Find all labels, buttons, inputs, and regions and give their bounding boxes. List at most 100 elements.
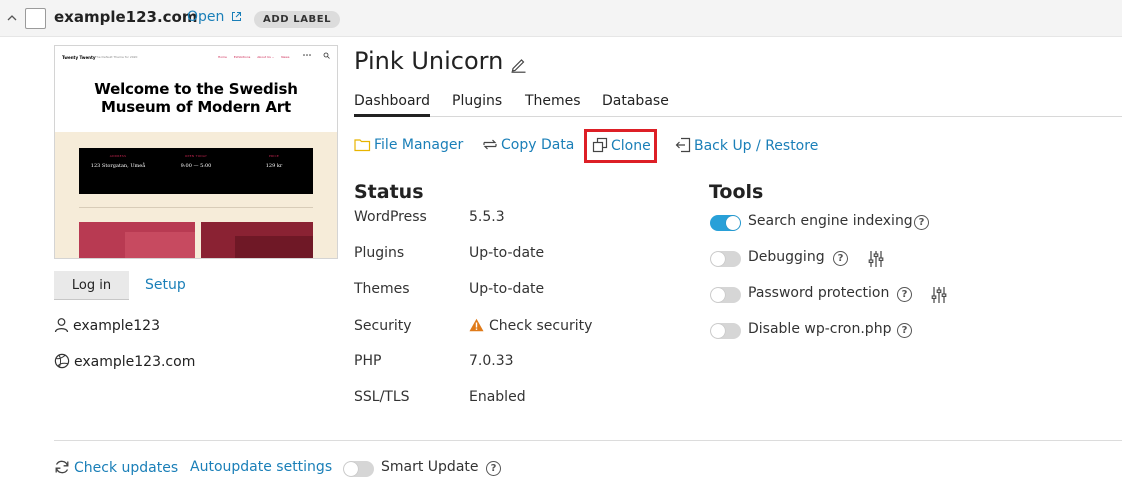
status-label-plugins: Plugins: [354, 245, 405, 261]
preview-heading-line: Museum of Modern Art: [101, 98, 291, 116]
collapse-chevron-icon[interactable]: [6, 12, 18, 24]
smart-update-label: Smart Update: [381, 459, 479, 475]
status-value-plugins: Up-to-date: [469, 245, 545, 261]
search-indexing-toggle[interactable]: [710, 215, 741, 231]
toggle-knob: [711, 288, 725, 302]
status-label-themes: Themes: [354, 281, 410, 297]
tab-plugins[interactable]: Plugins: [452, 93, 502, 109]
username-row: example123: [54, 317, 160, 334]
check-security-link[interactable]: Check security: [469, 318, 592, 334]
preview-heading: Welcome to the Swedish Museum of Modern …: [55, 80, 337, 116]
open-site-link[interactable]: Open: [187, 9, 242, 25]
preview-menu-icon: [303, 52, 311, 58]
toggle-knob: [726, 216, 740, 230]
log-in-button[interactable]: Log in: [54, 271, 129, 300]
help-icon[interactable]: ?: [897, 287, 912, 302]
status-value-wordpress: 5.5.3: [469, 209, 505, 225]
warning-icon: [469, 318, 484, 332]
site-url-value: example123.com: [74, 354, 196, 370]
preview-info-col: PRICE 129 kr: [235, 154, 313, 169]
preview-info-col: ADDRESS 123 Storgatan, Umeå: [79, 154, 157, 169]
preview-divider: [79, 207, 313, 208]
edit-pencil-icon[interactable]: [510, 56, 527, 73]
preview-heading-line: Welcome to the Swedish: [94, 80, 298, 98]
preview-nav-item: Home: [218, 55, 227, 59]
status-value-ssl: Enabled: [469, 389, 526, 405]
tab-themes[interactable]: Themes: [525, 93, 581, 109]
preview-nav-item: Exhibitions: [233, 55, 251, 59]
copy-data-label: Copy Data: [501, 137, 575, 153]
refresh-icon: [55, 460, 69, 474]
site-select-checkbox[interactable]: [25, 8, 46, 29]
preview-image-left-shade: [125, 232, 195, 258]
username-value: example123: [73, 318, 160, 334]
preview-nav: Home Exhibitions About Us ⌄ News: [218, 55, 295, 59]
debugging-label: Debugging: [748, 249, 825, 265]
status-value-php: 7.0.33: [469, 353, 514, 369]
folder-icon: [354, 139, 371, 152]
tab-database[interactable]: Database: [602, 93, 669, 109]
open-link-label: Open: [187, 9, 225, 25]
help-icon[interactable]: ?: [914, 215, 929, 230]
site-preview-thumbnail[interactable]: Twenty Twenty The Default Theme for 2020…: [54, 45, 338, 259]
site-url-row: example123.com: [54, 353, 195, 370]
autoupdate-settings-link[interactable]: Autoupdate settings: [190, 459, 332, 475]
status-title: Status: [354, 181, 424, 203]
globe-icon: [54, 353, 70, 369]
preview-info-value: 123 Storgatan, Umeå: [90, 163, 146, 169]
site-domain[interactable]: example123.com: [54, 8, 198, 26]
footer-divider: [54, 440, 1122, 441]
toggle-knob: [711, 252, 725, 266]
preview-info-key: PRICE: [268, 154, 280, 158]
site-tabs: Dashboard Plugins Themes Database: [354, 93, 1122, 117]
backup-restore-icon: [675, 137, 691, 153]
toggle-knob: [711, 324, 725, 338]
password-protection-label: Password protection: [748, 285, 890, 301]
preview-image-right-shade: [235, 236, 313, 258]
help-icon[interactable]: ?: [486, 461, 501, 476]
user-icon: [54, 318, 69, 333]
site-name-title: Pink Unicorn: [354, 47, 504, 75]
smart-update-toggle[interactable]: [343, 461, 374, 477]
clone-icon: [592, 137, 608, 153]
clone-label: Clone: [611, 138, 651, 154]
tools-title: Tools: [709, 181, 764, 203]
preview-info-key: ADDRESS: [109, 154, 127, 158]
password-protection-toggle[interactable]: [710, 287, 741, 303]
file-manager-link[interactable]: File Manager: [354, 137, 463, 153]
preview-tagline: The Default Theme for 2020: [95, 55, 138, 59]
tab-dashboard[interactable]: Dashboard: [354, 93, 430, 117]
settings-sliders-icon[interactable]: [868, 250, 884, 268]
external-link-icon: [231, 12, 241, 21]
clone-link[interactable]: Clone: [592, 137, 651, 154]
add-label-button[interactable]: ADD LABEL: [254, 11, 341, 28]
backup-restore-link[interactable]: Back Up / Restore: [675, 137, 818, 154]
status-label-wordpress: WordPress: [354, 209, 427, 225]
debugging-toggle[interactable]: [710, 251, 741, 267]
preview-info-value: 129 kr: [265, 163, 283, 169]
sync-arrows-icon: [483, 139, 497, 150]
search-indexing-label: Search engine indexing: [748, 213, 913, 229]
check-updates-label: Check updates: [74, 460, 179, 476]
disable-wp-cron-toggle[interactable]: [710, 323, 741, 339]
setup-link[interactable]: Setup: [145, 277, 186, 293]
check-updates-link[interactable]: Check updates: [54, 459, 178, 476]
preview-info-col: OPEN TODAY 9:00 — 5:00: [157, 154, 235, 169]
preview-search-icon: [323, 52, 330, 59]
help-icon[interactable]: ?: [833, 251, 848, 266]
preview-site-title: Twenty Twenty: [62, 55, 96, 60]
preview-info-box: ADDRESS 123 Storgatan, Umeå OPEN TODAY 9…: [79, 148, 313, 194]
status-label-ssl: SSL/TLS: [354, 389, 410, 405]
status-label-security: Security: [354, 318, 412, 334]
file-manager-label: File Manager: [374, 137, 464, 153]
preview-nav-item: News: [281, 55, 290, 59]
preview-info-key: OPEN TODAY: [184, 154, 208, 158]
check-security-label: Check security: [489, 318, 593, 334]
toggle-knob: [344, 462, 358, 476]
status-value-themes: Up-to-date: [469, 281, 545, 297]
disable-wp-cron-label: Disable wp-cron.php: [748, 321, 892, 337]
help-icon[interactable]: ?: [897, 323, 912, 338]
copy-data-link[interactable]: Copy Data: [482, 137, 574, 153]
backup-restore-label: Back Up / Restore: [694, 138, 819, 154]
settings-sliders-icon[interactable]: [931, 286, 947, 304]
